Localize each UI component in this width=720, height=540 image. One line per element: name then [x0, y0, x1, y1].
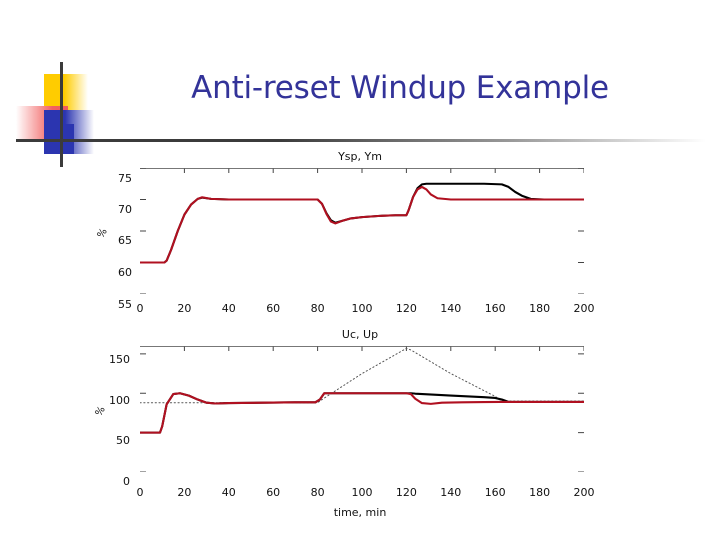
y-tick-top-3: 60: [118, 266, 132, 279]
series-ysp: [140, 182, 584, 264]
x-tick-xticks-top-5: 100: [351, 302, 373, 315]
page-title: Anti-reset Windup Example: [191, 70, 609, 106]
series-uc: [140, 392, 584, 434]
x-tick-xticks-top-9: 180: [529, 302, 551, 315]
series-uc-unlimited: [140, 347, 584, 404]
series-ym: [140, 185, 584, 264]
x-axis-label: time, min: [333, 506, 387, 519]
chart-title-bottom: Uc, Up: [341, 328, 379, 341]
plot-area-bottom: [140, 346, 584, 472]
chart-svg-bottom: [140, 346, 584, 472]
x-tick-xticks-bot-0: 0: [136, 486, 144, 499]
figure-container: Ysp, Ym % 75 70 65 60 55 0 20 40 60 80 100 120…: [94, 150, 624, 525]
slide-canvas: Anti-reset Windup Example Ysp, Ym % 75 7…: [0, 0, 720, 540]
plot-area-top: [140, 168, 584, 294]
x-tick-xticks-bot-2: 40: [221, 486, 236, 499]
x-tick-xticks-top-6: 120: [395, 302, 417, 315]
x-tick-xticks-top-0: 0: [136, 302, 144, 315]
x-tick-xticks-bot-5: 100: [351, 486, 373, 499]
x-tick-xticks-top-3: 60: [266, 302, 281, 315]
y-tick-top-2: 65: [118, 234, 132, 247]
x-tick-xticks-top-2: 40: [221, 302, 236, 315]
x-tick-xticks-top-7: 140: [440, 302, 462, 315]
x-tick-xticks-top-1: 20: [177, 302, 192, 315]
x-tick-xticks-bot-10: 200: [573, 486, 595, 499]
x-tick-xticks-top-8: 160: [484, 302, 506, 315]
x-tick-xticks-top-10: 200: [573, 302, 595, 315]
y-tick-top-0: 75: [118, 172, 132, 185]
chart-panel-uc-up: Uc, Up % 150 100 50 0 0 20 40 60 80 100 120 140…: [94, 328, 624, 525]
chart-panel-ysp-ym: Ysp, Ym % 75 70 65 60 55 0 20 40 60 80 100 120…: [96, 150, 624, 325]
x-tick-xticks-top-4: 80: [310, 302, 325, 315]
y-tick-bottom-1: 100: [109, 394, 130, 407]
x-tick-xticks-bot-1: 20: [177, 486, 192, 499]
chart-svg-top: [140, 168, 584, 294]
logo-horizontal-rule: [16, 139, 706, 142]
x-tick-xticks-bot-3: 60: [266, 486, 281, 499]
series-up: [140, 392, 584, 434]
y-tick-bottom-0: 150: [109, 353, 130, 366]
x-tick-xticks-bot-7: 140: [440, 486, 462, 499]
x-tick-xticks-bot-9: 180: [529, 486, 551, 499]
y-tick-bottom-2: 50: [116, 434, 130, 447]
y-tick-top-1: 70: [118, 203, 132, 216]
x-tick-xticks-bot-8: 160: [484, 486, 506, 499]
logo-vertical-bar: [60, 62, 63, 167]
chart-title-top: Ysp, Ym: [338, 150, 382, 163]
x-tick-xticks-bot-6: 120: [395, 486, 417, 499]
x-tick-xticks-bot-4: 80: [310, 486, 325, 499]
